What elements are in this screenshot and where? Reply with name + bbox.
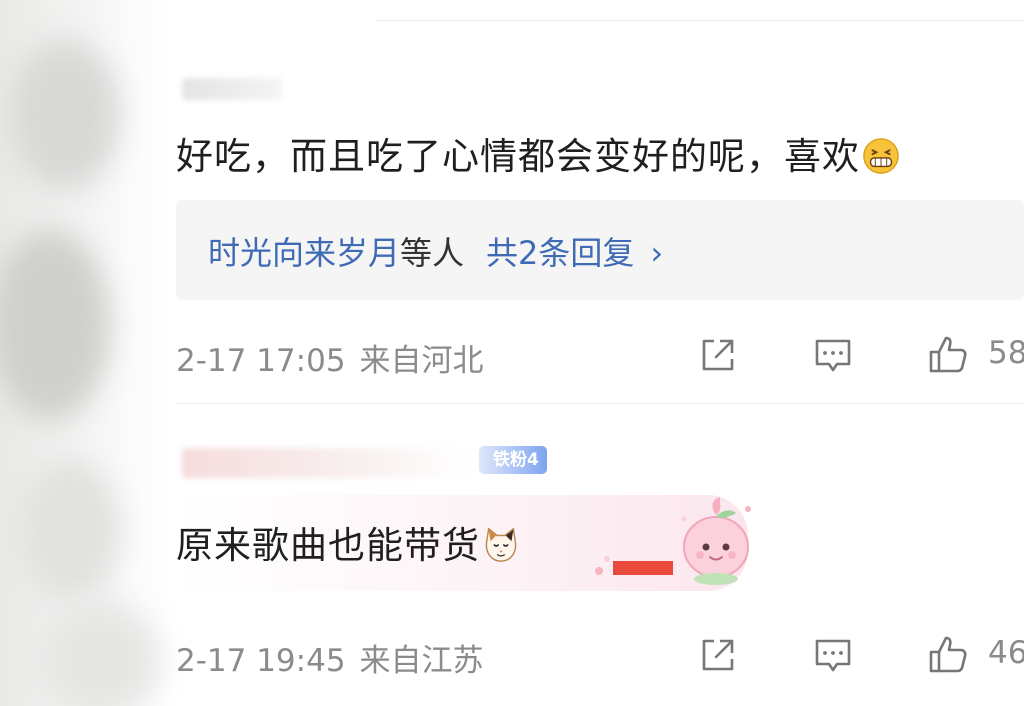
username-blurred[interactable] <box>182 78 282 100</box>
peach-mascot-icon <box>681 497 751 585</box>
username-blurred[interactable] <box>182 448 472 478</box>
replies-preview[interactable]: 时光向来岁月等人 共2条回复 › <box>176 200 1024 300</box>
comment-actions: 58 <box>696 333 1024 377</box>
comment-icon[interactable] <box>811 333 855 377</box>
share-icon[interactable] <box>696 333 740 377</box>
timestamp: 2-17 17:05 <box>176 343 346 379</box>
replies-link[interactable]: 时光向来岁月等人 共2条回复 › <box>208 228 663 274</box>
blurred-left-edge <box>0 0 175 706</box>
comment-divider <box>176 403 1024 404</box>
location: 来自江苏 <box>359 643 484 679</box>
thumbs-up-icon[interactable] <box>926 333 970 377</box>
top-divider <box>375 20 1024 21</box>
share-icon[interactable] <box>696 633 740 677</box>
reply-suffix: 等人 <box>400 234 465 272</box>
thumbs-up-icon[interactable] <box>926 633 970 677</box>
cat-face-icon <box>485 527 517 562</box>
grinning-face-icon <box>863 138 899 174</box>
comment-meta: 2-17 19:45 来自江苏 <box>176 635 484 680</box>
comment-feed: 好吃，而且吃了心情都会变好的呢，喜欢 时光向来岁月等人 共2条回复 › 2-17 1… <box>0 0 1024 706</box>
comment-actions: 46 <box>696 633 1024 677</box>
comment-text: 原来歌曲也能带货 <box>176 515 520 569</box>
reply-user-names[interactable]: 时光向来岁月 <box>208 234 400 272</box>
reply-count-link[interactable]: 共2条回复 <box>486 234 634 272</box>
comment-meta: 2-17 17:05 来自河北 <box>176 335 484 380</box>
comment-icon[interactable] <box>811 633 855 677</box>
fan-level-badge: 铁粉4 <box>479 446 547 474</box>
timestamp: 2-17 19:45 <box>176 643 346 679</box>
like-count: 58 <box>988 335 1024 371</box>
location: 来自河北 <box>359 343 484 379</box>
comment-text: 好吃，而且吃了心情都会变好的呢，喜欢 <box>176 126 900 180</box>
chevron-right-icon: › <box>650 234 664 272</box>
ribbon-icon <box>595 556 673 575</box>
like-count: 46 <box>988 635 1024 671</box>
